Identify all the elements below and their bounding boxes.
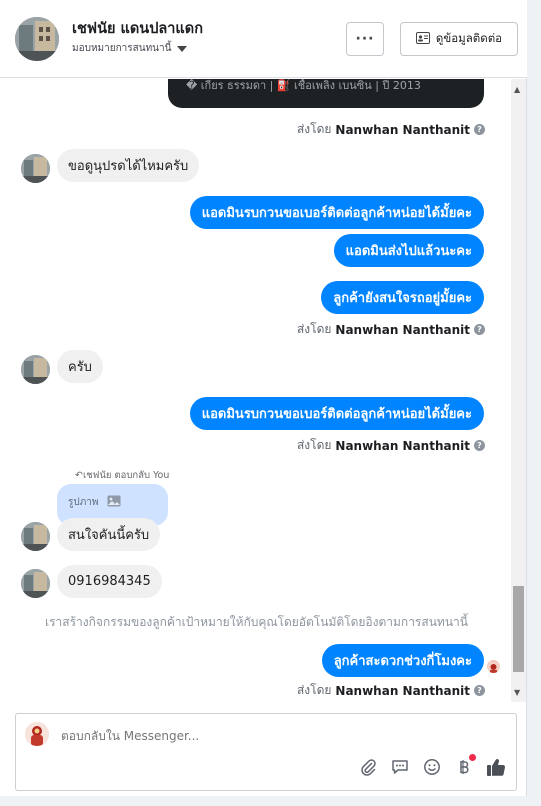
contact-avatar-small bbox=[21, 569, 50, 598]
like-icon[interactable] bbox=[486, 757, 506, 777]
outgoing-message[interactable]: แอดมินรบกวนขอเบอร์ติดต่อลูกค้าหน่อยได้มั… bbox=[189, 196, 484, 229]
reply-input[interactable] bbox=[61, 729, 361, 743]
attachment-icon[interactable] bbox=[358, 757, 378, 777]
incoming-message[interactable]: 0916984345 bbox=[57, 565, 162, 598]
page-avatar bbox=[25, 722, 49, 746]
contact-avatar-small bbox=[21, 522, 50, 551]
incoming-message[interactable]: ขอดูนุปรดได้ไหมครับ bbox=[57, 149, 200, 182]
more-options-button[interactable]: ··· bbox=[346, 22, 384, 56]
reply-context-label: ↶เชฟนัย ตอบกลับ You bbox=[75, 470, 170, 481]
scrollbar-thumb[interactable] bbox=[513, 586, 524, 672]
outgoing-message[interactable]: แอดมินรบกวนขอเบอร์ติดต่อลูกค้าหน่อยได้มั… bbox=[189, 397, 484, 430]
seen-indicator-avatar bbox=[487, 660, 500, 673]
assign-label: มอบหมายการสนทนานี้ bbox=[72, 43, 172, 54]
scroll-up-arrow-icon[interactable]: ▲ bbox=[514, 85, 520, 94]
reply-arrow-icon: ↶ bbox=[75, 470, 83, 481]
outgoing-message[interactable]: แอดมินส่งไปแล้วนะคะ bbox=[333, 234, 484, 267]
message-thread[interactable]: � เกียร ธรรมดา | ⛽ เชื้อเพลิง เบนซิน | ป… bbox=[0, 79, 527, 702]
sent-by-label: ส่งโดย Nanwhan Nanthanit ? bbox=[297, 120, 485, 139]
notification-dot bbox=[469, 754, 476, 761]
system-note: เราสร้างกิจกรรมของลูกค้าเป้าหมายให้กับคุ… bbox=[45, 615, 468, 629]
outgoing-message[interactable]: ลูกค้าสะดวกช่วงกี่โมงคะ bbox=[321, 644, 484, 677]
payment-icon[interactable] bbox=[454, 754, 476, 777]
contact-card-icon bbox=[415, 31, 430, 47]
contact-name: เชฟนัย แดนปลาแดก bbox=[72, 21, 203, 37]
agent-name: Nanwhan Nanthanit bbox=[335, 122, 470, 137]
sent-by-label: ส่งโดย Nanwhan Nanthanit ? bbox=[297, 681, 485, 700]
agent-name: Nanwhan Nanthanit bbox=[335, 322, 470, 337]
caret-down-icon bbox=[177, 45, 188, 52]
sent-by-label: ส่งโดย Nanwhan Nanthanit ? bbox=[297, 320, 485, 339]
composer-toolbar bbox=[358, 754, 506, 777]
window-edge-bottom bbox=[0, 796, 541, 806]
help-icon[interactable]: ? bbox=[474, 124, 485, 135]
emoji-icon[interactable] bbox=[422, 757, 442, 777]
incoming-message[interactable]: สนใจคันนี้ครับ bbox=[57, 518, 161, 551]
conversation-header: เชฟนัย แดนปลาแดก มอบหมายการสนทนานี้ ··· … bbox=[0, 0, 527, 78]
help-icon[interactable]: ? bbox=[474, 685, 485, 696]
view-contact-button[interactable]: ดูข้อมูลติดต่อ bbox=[400, 22, 518, 56]
sent-by-label: ส่งโดย Nanwhan Nanthanit ? bbox=[297, 436, 485, 455]
help-icon[interactable]: ? bbox=[474, 440, 485, 451]
agent-name: Nanwhan Nanthanit bbox=[335, 683, 470, 698]
assign-conversation-dropdown[interactable]: มอบหมายการสนทนานี้ bbox=[72, 41, 188, 56]
scroll-down-arrow-icon[interactable]: ▼ bbox=[514, 688, 520, 697]
shared-media-card[interactable]: � เกียร ธรรมดา | ⛽ เชื้อเพลิง เบนซิน | ป… bbox=[168, 79, 484, 108]
contact-avatar-small bbox=[21, 355, 50, 384]
outgoing-message[interactable]: ลูกค้ายังสนใจรถอยู่มั้ยคะ bbox=[321, 281, 484, 314]
message-composer bbox=[15, 713, 517, 791]
agent-name: Nanwhan Nanthanit bbox=[335, 438, 470, 453]
help-icon[interactable]: ? bbox=[474, 324, 485, 335]
media-caption: � เกียร ธรรมดา | ⛽ เชื้อเพลิง เบนซิน | ป… bbox=[186, 79, 421, 92]
view-contact-label: ดูข้อมูลติดต่อ bbox=[435, 31, 503, 45]
saved-reply-icon[interactable] bbox=[390, 757, 410, 777]
incoming-message[interactable]: ครับ bbox=[57, 350, 103, 383]
window-edge bbox=[527, 0, 541, 806]
contact-avatar[interactable] bbox=[15, 17, 59, 61]
messenger-panel: เชฟนัย แดนปลาแดก มอบหมายการสนทนานี้ ··· … bbox=[0, 0, 527, 806]
contact-avatar-small bbox=[21, 154, 50, 183]
